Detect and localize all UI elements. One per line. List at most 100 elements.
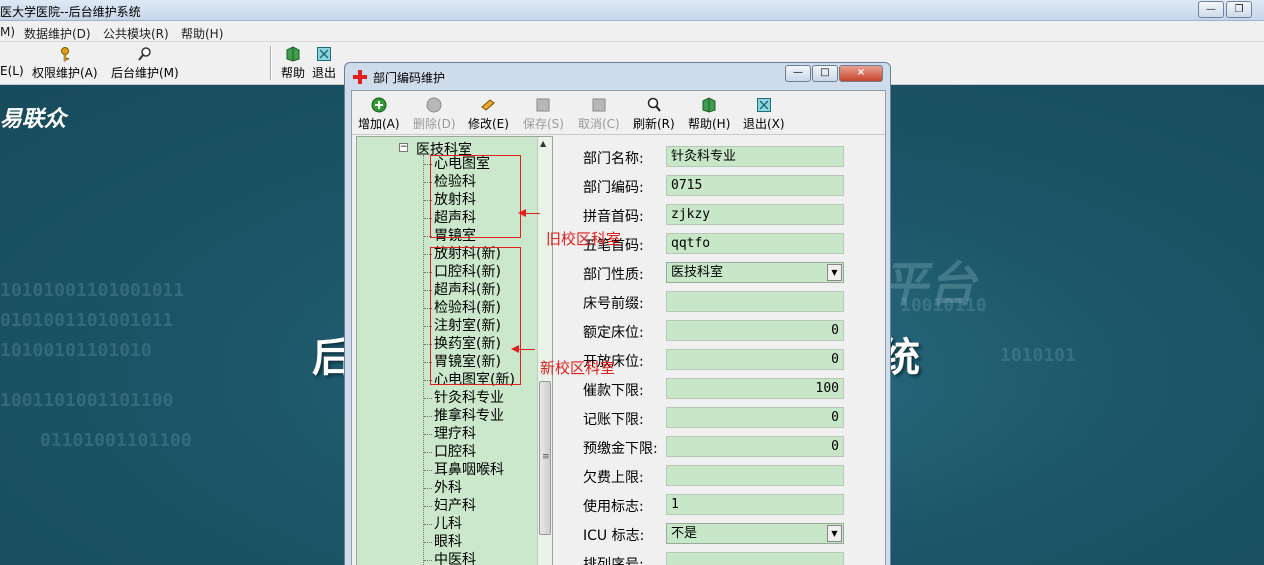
binary-decoration: 10101001101001011: [0, 280, 185, 301]
toolbar-separator: [270, 46, 272, 80]
billing-limit-input[interactable]: 0: [666, 407, 844, 428]
menubar: M) 数据维护(D) 公共模块(R) 帮助(H): [0, 21, 1264, 42]
scrollbar-thumb[interactable]: ≡: [539, 381, 551, 535]
edit-button[interactable]: 修改(E): [468, 97, 509, 132]
add-button-label: 增加(A): [358, 117, 400, 131]
bed-prefix-input[interactable]: [666, 291, 844, 312]
tree-node[interactable]: 推拿科专业: [434, 407, 504, 425]
use-flag-input[interactable]: 1: [666, 494, 844, 515]
menu-item-public-module[interactable]: 公共模块(R): [103, 25, 169, 42]
field-label-sort-order: 排列序号:: [583, 557, 644, 565]
old-campus-annotation: 旧校区科室: [546, 230, 622, 248]
wubi-code-input[interactable]: qqtfo: [666, 233, 844, 254]
menu-item-data-maintenance[interactable]: 数据维护(D): [24, 25, 91, 42]
deposit-limit-input[interactable]: 0: [666, 436, 844, 457]
menu-item-system[interactable]: M): [0, 25, 15, 39]
exit-icon: [317, 47, 331, 61]
add-icon: [371, 97, 387, 113]
toolbar-button-permissions[interactable]: 权限维护(A): [32, 46, 98, 81]
tree-node[interactable]: 中医科: [434, 551, 476, 565]
dialog-minimize-button[interactable]: —: [785, 65, 811, 82]
scroll-up-arrow-icon[interactable]: ▲: [540, 139, 546, 148]
toolbar-button-backend[interactable]: 后台维护(M): [111, 46, 179, 81]
field-label-rated-beds: 额定床位:: [583, 325, 644, 341]
field-label-icu-flag: ICU 标志:: [583, 528, 645, 544]
refresh-button-label: 刷新(R): [633, 117, 675, 131]
binary-decoration: 01101001101100: [40, 430, 192, 451]
menu-item-help[interactable]: 帮助(H): [181, 25, 223, 42]
tree-scrollbar[interactable]: ▲ ≡: [537, 137, 552, 565]
delete-icon: [426, 97, 442, 113]
annotation-arrow-line: [519, 349, 535, 350]
field-label-dept-type: 部门性质:: [583, 267, 644, 283]
tree-node[interactable]: 针灸科专业: [434, 389, 504, 407]
tree-line: [424, 488, 432, 489]
logo: 易联众: [0, 107, 67, 132]
dunning-limit-input[interactable]: 100: [666, 378, 844, 399]
binary-decoration: 10100101101010: [0, 340, 152, 361]
tree-collapse-toggle[interactable]: −: [399, 143, 408, 152]
field-label-dept-name: 部门名称:: [583, 151, 644, 167]
help-button[interactable]: 帮助(H): [688, 97, 730, 132]
tree-node[interactable]: 外科: [434, 479, 462, 497]
toolbar-button-l[interactable]: E(L): [0, 46, 24, 78]
sort-order-input[interactable]: [666, 552, 844, 565]
main-minimize-button[interactable]: —: [1198, 1, 1224, 18]
annotation-arrow-line: [526, 213, 540, 214]
dept-name-input[interactable]: 针灸科专业: [666, 146, 844, 167]
department-tree[interactable]: − 医技科室 心电图室 检验科 放射科 超声科 胃镜室 放射科(新) 口腔科(新…: [356, 136, 553, 565]
dialog-close-button[interactable]: ×: [839, 65, 883, 82]
open-beds-input[interactable]: 0: [666, 349, 844, 370]
binary-decoration: 1010101: [1000, 345, 1076, 366]
tree-node[interactable]: 眼科: [434, 533, 462, 551]
arrears-limit-input[interactable]: [666, 465, 844, 486]
tree-line: [424, 560, 432, 561]
tree-node[interactable]: 理疗科: [434, 425, 476, 443]
tree-node[interactable]: 儿科: [434, 515, 462, 533]
dialog-maximize-button[interactable]: □: [812, 65, 838, 82]
help-icon: [702, 97, 716, 113]
binary-decoration: 0101001101001011: [0, 310, 174, 331]
save-icon: [536, 98, 550, 112]
main-window-title: 医大学医院--后台维护系统: [0, 5, 141, 19]
book-icon: [286, 46, 300, 62]
delete-button-label: 删除(D): [413, 117, 456, 131]
refresh-button[interactable]: 刷新(R): [633, 97, 675, 132]
field-label-arrears-limit: 欠费上限:: [583, 470, 644, 486]
dept-code-input[interactable]: 0715: [666, 175, 844, 196]
main-titlebar: 医大学医院--后台维护系统 — ❐: [0, 0, 1264, 21]
tree-line: [424, 524, 432, 525]
refresh-icon: [647, 97, 661, 112]
tree-node[interactable]: 妇产科: [434, 497, 476, 515]
toolbar-help-button[interactable]: 帮助: [281, 46, 305, 81]
field-label-use-flag: 使用标志:: [583, 499, 644, 515]
field-label-dept-code: 部门编码:: [583, 180, 644, 196]
delete-button[interactable]: 删除(D): [413, 97, 456, 132]
exit-icon: [756, 98, 771, 112]
cancel-button[interactable]: 取消(C): [578, 97, 620, 132]
tree-node[interactable]: 口腔科: [434, 443, 476, 461]
tree-line: [423, 155, 424, 565]
tree-line: [424, 470, 432, 471]
dept-type-select[interactable]: 医技科室 ▼: [666, 262, 844, 283]
field-label-pinyin-code: 拼音首码:: [583, 209, 644, 225]
main-restore-button[interactable]: ❐: [1226, 1, 1252, 18]
chevron-down-icon[interactable]: ▼: [827, 264, 842, 281]
toolbar-help-label: 帮助: [281, 66, 306, 80]
pinyin-code-input[interactable]: zjkzy: [666, 204, 844, 225]
annotation-arrow-icon: [511, 345, 519, 353]
exit-button[interactable]: 退出(X): [743, 97, 785, 132]
chevron-down-icon[interactable]: ▼: [827, 525, 842, 542]
toolbar-button-label: 后台维护(M): [111, 66, 179, 80]
magnifier-icon: [138, 47, 151, 61]
add-button[interactable]: 增加(A): [358, 97, 400, 132]
icu-flag-select[interactable]: 不是 ▼: [666, 523, 844, 544]
department-code-dialog: 部门编码维护 — □ × 增加(A) 删除(D) 修改(E) 保存(S) 取消(…: [344, 62, 891, 565]
save-button[interactable]: 保存(S): [523, 97, 564, 132]
rated-beds-input[interactable]: 0: [666, 320, 844, 341]
toolbar-exit-button[interactable]: 退出: [312, 46, 336, 81]
tree-node[interactable]: 耳鼻咽喉科: [434, 461, 504, 479]
cancel-icon: [592, 98, 606, 112]
dept-type-value: 医技科室: [671, 265, 724, 280]
cancel-button-label: 取消(C): [578, 117, 620, 131]
